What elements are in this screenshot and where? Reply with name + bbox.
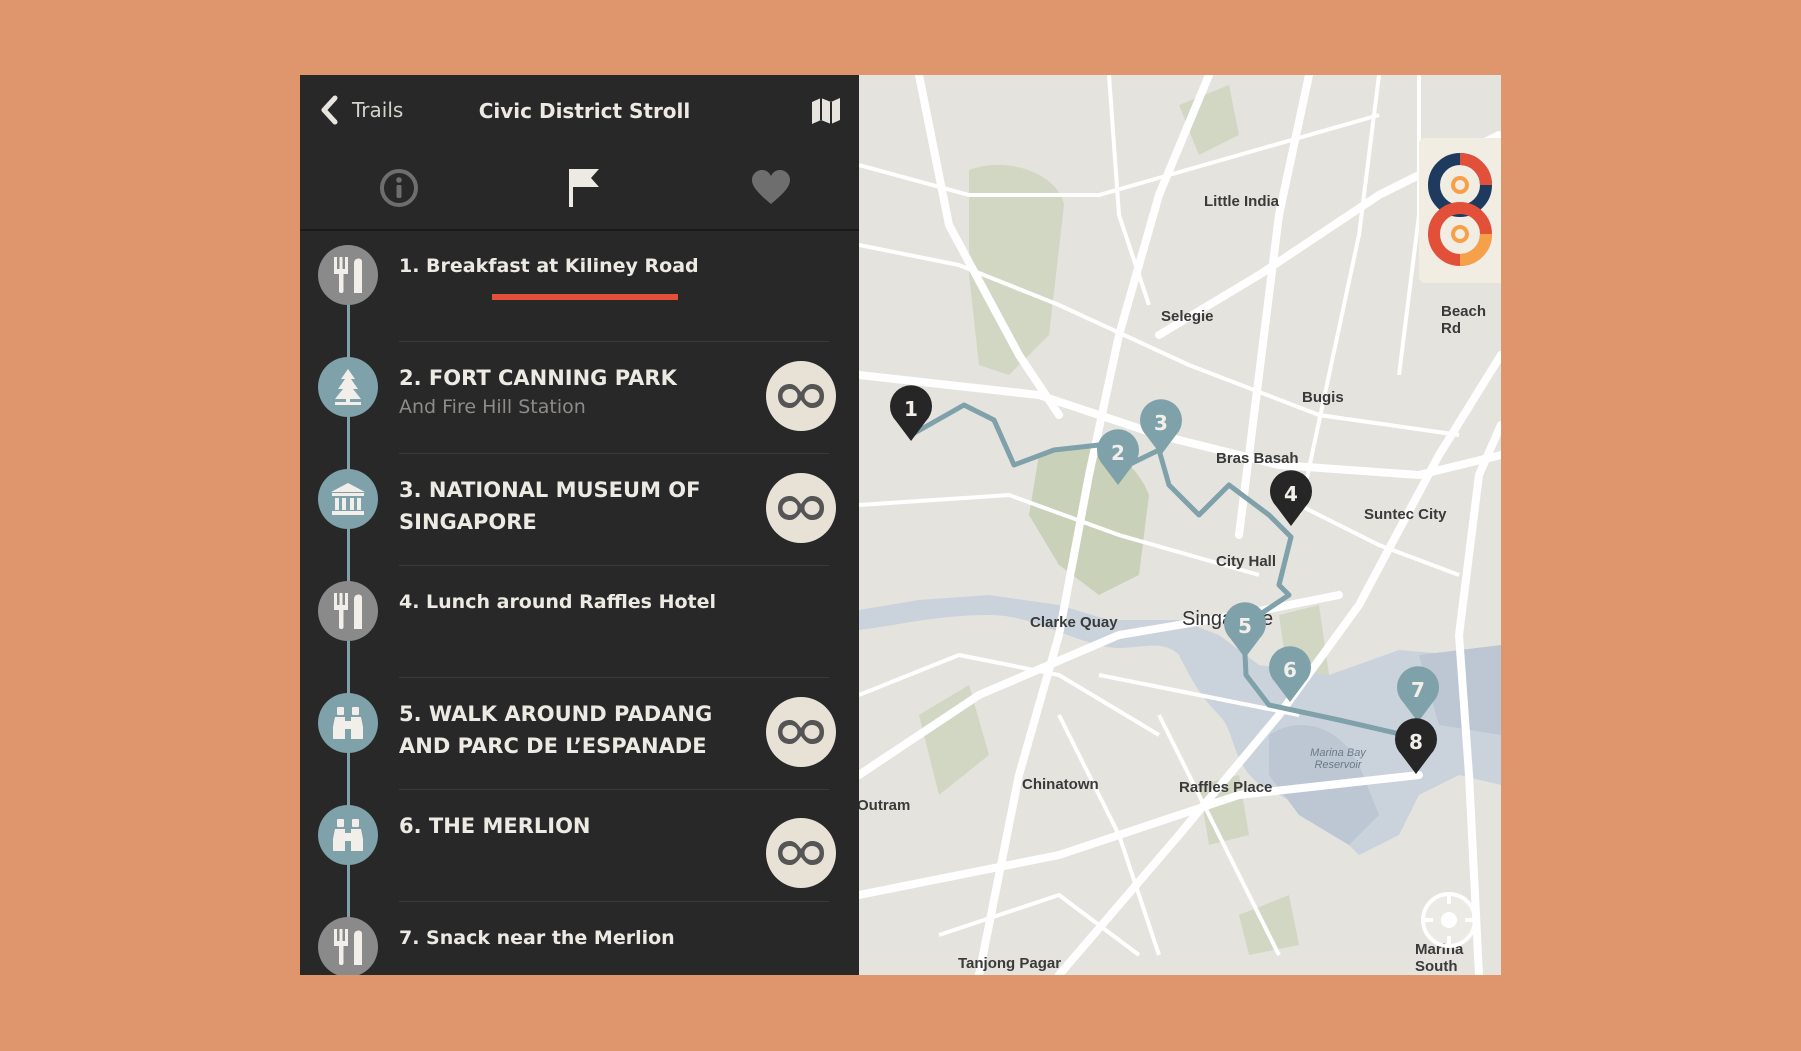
binoculars-icon: [333, 819, 363, 851]
pin-number: 3: [1154, 411, 1168, 435]
map-label: Tanjong Pagar: [958, 955, 1062, 972]
pin-number: 1: [904, 397, 918, 421]
stop-icon-circle: [318, 469, 378, 529]
fork-knife-icon: [334, 593, 362, 629]
vr-goggles-icon: [778, 384, 824, 408]
info-icon: [380, 169, 418, 207]
map-view-button[interactable]: [811, 97, 841, 129]
fork-knife-icon: [334, 929, 362, 965]
stop-icon-circle: [318, 917, 378, 975]
map-pin[interactable]: 1: [888, 385, 934, 443]
pin-number: 7: [1411, 678, 1425, 702]
tab-bar: [300, 147, 859, 300]
stop-icon-circle: [318, 245, 378, 305]
tab-stops[interactable]: [492, 147, 678, 229]
pin-number: 6: [1283, 658, 1297, 682]
list-item[interactable]: 5. WALK AROUND PADANG AND PARC DE L’ESPA…: [300, 678, 859, 790]
map-label: Selegie: [1161, 308, 1214, 325]
crosshair-icon: [1421, 892, 1477, 948]
vr-view-button[interactable]: [766, 361, 836, 431]
map-pin[interactable]: 4: [1268, 470, 1314, 528]
app-frame: Trails Civic District Stroll 1. Breakfas…: [300, 75, 1501, 975]
locate-me-button[interactable]: [1419, 890, 1479, 950]
pin-number: 5: [1238, 614, 1252, 638]
heart-icon: [752, 170, 790, 204]
list-item[interactable]: 7. Snack near the Merlion: [300, 902, 859, 975]
map-label: Suntec City: [1364, 506, 1447, 523]
list-item[interactable]: 1. Breakfast at Kiliney Road: [300, 230, 859, 342]
flag-icon: [569, 169, 599, 207]
map-icon: [812, 98, 840, 124]
logo-card: [1419, 138, 1501, 283]
map-pin[interactable]: 6: [1267, 646, 1313, 704]
tab-favorites[interactable]: [678, 147, 859, 229]
page-title: Civic District Stroll: [478, 99, 691, 123]
map-label: Raffles Place: [1179, 779, 1273, 796]
pin-number: 8: [1409, 730, 1423, 754]
map-base: [859, 75, 1501, 975]
map-pin[interactable]: 2: [1095, 429, 1141, 487]
map-pin[interactable]: 7: [1395, 666, 1441, 724]
map-label: Bugis: [1302, 389, 1344, 406]
vr-view-button[interactable]: [766, 818, 836, 888]
stop-icon-circle: [318, 805, 378, 865]
list-item[interactable]: 4. Lunch around Raffles Hotel: [300, 566, 859, 678]
map-pin[interactable]: 5: [1222, 602, 1268, 660]
map-label: City Hall: [1216, 553, 1277, 570]
vr-goggles-icon: [778, 720, 824, 744]
trail-map[interactable]: Little India Selegie Bugis Bras Basah Su…: [859, 75, 1501, 975]
map-pin[interactable]: 8: [1393, 718, 1439, 776]
stop-name: 3. NATIONAL MUSEUM OF SINGAPORE: [399, 478, 701, 534]
vr-view-button[interactable]: [766, 697, 836, 767]
list-item[interactable]: 6. THE MERLION: [300, 790, 859, 902]
stop-icon-circle: [318, 357, 378, 417]
stop-name: 7. Snack near the Merlion: [399, 927, 675, 949]
list-item[interactable]: 2. FORT CANNING PARK And Fire Hill Stati…: [300, 342, 859, 454]
map-label: Outram: [859, 797, 911, 814]
map-label: Beach Rd: [1441, 303, 1487, 337]
pin-number: 2: [1111, 441, 1125, 465]
list-item[interactable]: 3. NATIONAL MUSEUM OF SINGAPORE: [300, 454, 859, 566]
stop-subtitle: And Fire Hill Station: [399, 396, 586, 418]
app-logo-icon: [1428, 153, 1492, 266]
stop-name: 6. THE MERLION: [399, 814, 591, 838]
museum-icon: [331, 483, 365, 515]
vr-goggles-icon: [778, 496, 824, 520]
binoculars-icon: [333, 707, 363, 739]
stop-list: 1. Breakfast at Kiliney Road 2. FORT CAN…: [300, 230, 859, 975]
stop-name: 4. Lunch around Raffles Hotel: [399, 591, 717, 613]
map-label: Marina Bay Reservoir: [1310, 747, 1366, 771]
map-label: Bras Basah: [1216, 450, 1299, 467]
stop-name: 5. WALK AROUND PADANG AND PARC DE L’ESPA…: [399, 702, 713, 758]
stop-icon-circle: [318, 693, 378, 753]
map-label: Chinatown: [1022, 776, 1099, 793]
stop-icon-circle: [318, 581, 378, 641]
map-label: Little India: [1204, 193, 1279, 210]
map-pin[interactable]: 3: [1138, 399, 1184, 457]
map-label: Clarke Quay: [1030, 614, 1118, 631]
stop-name: 2. FORT CANNING PARK: [399, 366, 677, 390]
header: Trails Civic District Stroll: [300, 75, 859, 147]
tab-info[interactable]: [306, 147, 492, 229]
trail-sidebar: Trails Civic District Stroll 1. Breakfas…: [300, 75, 859, 975]
stop-name: 1. Breakfast at Kiliney Road: [399, 255, 699, 277]
tree-icon: [335, 369, 361, 405]
fork-knife-icon: [334, 257, 362, 293]
vr-goggles-icon: [778, 841, 824, 865]
pin-number: 4: [1284, 482, 1298, 506]
vr-view-button[interactable]: [766, 473, 836, 543]
